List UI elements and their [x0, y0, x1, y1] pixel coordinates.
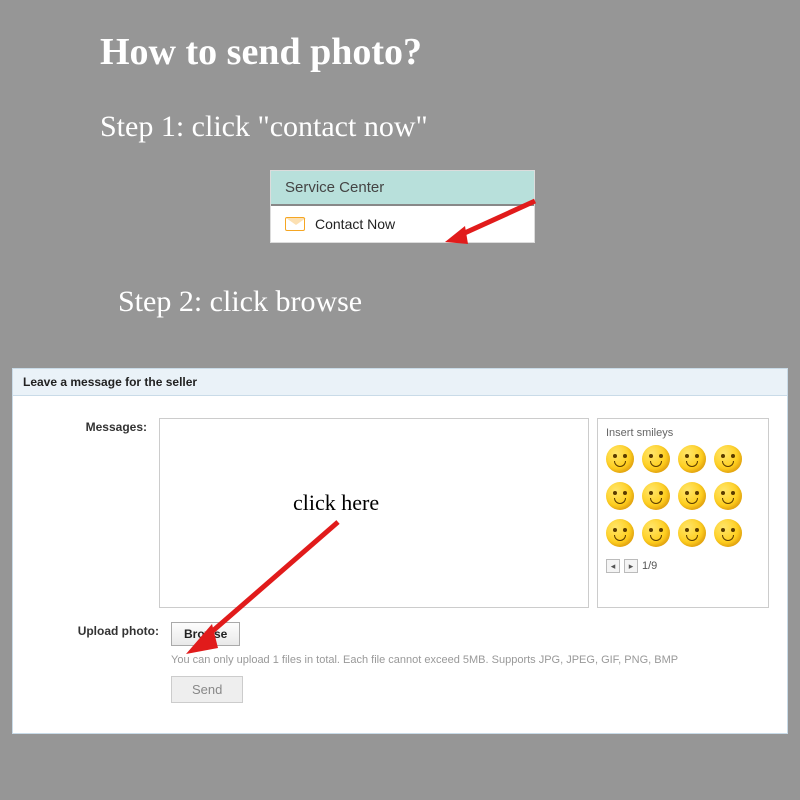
smiley-icon[interactable]: [678, 482, 706, 510]
message-form-panel: Leave a message for the seller Messages:…: [12, 368, 788, 734]
smiley-icon[interactable]: [606, 519, 634, 547]
smileys-prev-button[interactable]: ◂: [606, 559, 620, 573]
smiley-icon[interactable]: [606, 482, 634, 510]
smiley-icon[interactable]: [678, 519, 706, 547]
smiley-icon[interactable]: [714, 482, 742, 510]
page-title: How to send photo?: [100, 30, 422, 74]
contact-now-label: Contact Now: [315, 216, 395, 232]
smiley-icon[interactable]: [606, 445, 634, 473]
smiley-icon[interactable]: [642, 445, 670, 473]
smileys-next-button[interactable]: ▸: [624, 559, 638, 573]
service-center-card: Service Center Contact Now: [270, 170, 535, 243]
upload-label: Upload photo:: [31, 622, 171, 703]
upload-hint: You can only upload 1 files in total. Ea…: [171, 654, 769, 666]
smiley-icon[interactable]: [714, 445, 742, 473]
smiley-icon[interactable]: [642, 519, 670, 547]
smiley-icon[interactable]: [678, 445, 706, 473]
smileys-title: Insert smileys: [606, 427, 760, 439]
contact-now-link[interactable]: Contact Now: [271, 206, 534, 242]
step1-text: Step 1: click "contact now": [100, 110, 428, 144]
messages-textarea[interactable]: [159, 418, 589, 608]
step2-text: Step 2: click browse: [118, 285, 362, 319]
message-form-title: Leave a message for the seller: [13, 369, 787, 396]
send-button[interactable]: Send: [171, 676, 243, 703]
smileys-page-indicator: 1/9: [642, 560, 657, 572]
messages-row: Messages: Insert smileys ◂ ▸ 1/9: [31, 418, 769, 608]
upload-row: Upload photo: Browse You can only upload…: [31, 622, 769, 703]
browse-button[interactable]: Browse: [171, 622, 240, 646]
smileys-pager: ◂ ▸ 1/9: [606, 559, 760, 573]
smileys-panel: Insert smileys ◂ ▸ 1/9: [597, 418, 769, 608]
smiley-icon[interactable]: [714, 519, 742, 547]
smiley-icon[interactable]: [642, 482, 670, 510]
service-center-header: Service Center: [271, 171, 534, 206]
messages-label: Messages:: [31, 418, 159, 608]
mail-icon: [285, 217, 305, 231]
